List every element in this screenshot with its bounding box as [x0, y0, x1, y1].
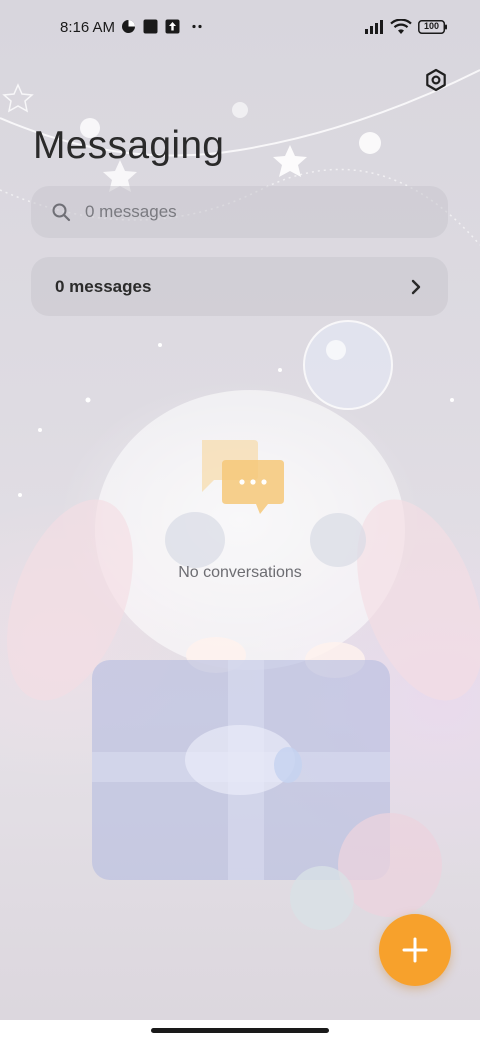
upload-icon [165, 19, 180, 34]
battery-level: 100 [423, 21, 440, 31]
search-icon [52, 203, 71, 222]
more-dots-icon [190, 19, 205, 34]
battery-icon: 100 [418, 20, 448, 35]
gear-icon [426, 68, 446, 92]
page-title: Messaging [33, 124, 225, 167]
search-input[interactable] [83, 201, 407, 223]
app-square-icon [143, 19, 158, 34]
new-conversation-button[interactable] [379, 914, 451, 986]
wifi-icon [390, 18, 412, 34]
plus-icon [402, 937, 428, 963]
status-bar: 8:16 AM 100 [0, 0, 480, 56]
chevron-right-icon [411, 279, 421, 294]
home-indicator[interactable] [151, 1028, 329, 1033]
data-saver-icon [121, 19, 136, 34]
search-bar[interactable] [31, 186, 448, 238]
navigation-bar [0, 1020, 480, 1040]
status-time: 8:16 AM [60, 19, 116, 36]
signal-icon [364, 19, 386, 34]
empty-state-text: No conversations [178, 564, 302, 581]
message-summary-card[interactable]: 0 messages [31, 257, 448, 316]
message-count-label: 0 messages [55, 276, 152, 296]
settings-button[interactable] [418, 62, 454, 98]
chat-bubbles-icon [196, 438, 286, 523]
